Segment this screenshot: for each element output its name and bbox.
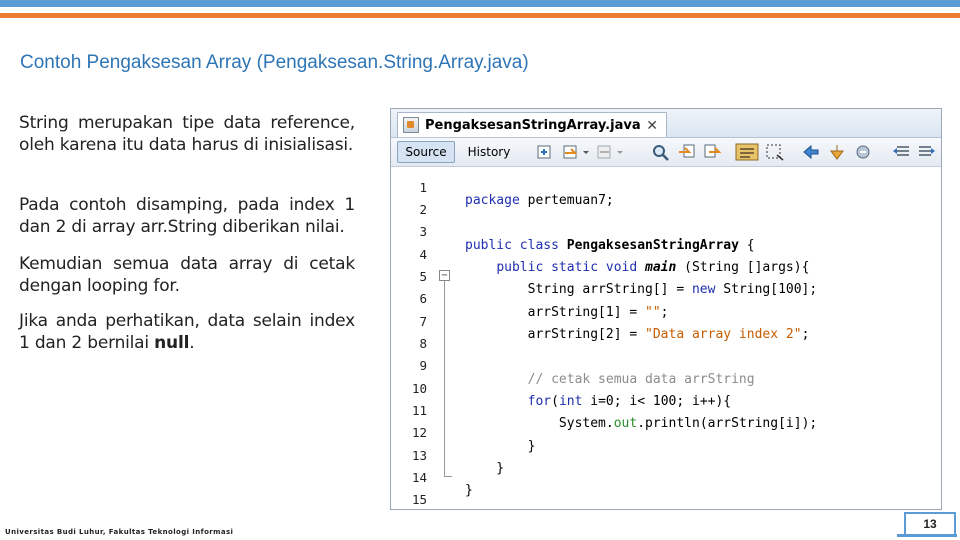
code-keyword: package: [465, 193, 520, 208]
code-line-6: String arrString[] = new String[100];: [465, 282, 818, 297]
paragraph-4: Jika anda perhatikan, data selain index …: [19, 310, 355, 354]
line-number: 13: [411, 448, 427, 463]
fold-toggle-icon[interactable]: −: [439, 270, 450, 281]
code-line-13: }: [465, 439, 536, 454]
line-number: 6: [419, 291, 427, 306]
code-string: "": [645, 305, 661, 320]
top-accent-stripe: [0, 13, 960, 18]
line-number: 14: [411, 470, 427, 485]
code-line-5: public static void main (String []args){: [465, 260, 809, 275]
code-line-15: }: [465, 483, 473, 498]
toggle-highlight-icon[interactable]: [735, 143, 759, 161]
paragraph-4-end: .: [189, 333, 195, 353]
rectangular-selection-icon[interactable]: [765, 143, 785, 161]
line-number: 2: [419, 202, 427, 217]
code-line-4: public class PengaksesanStringArray {: [465, 238, 755, 253]
editor-tab-row: PengaksesanStringArray.java ✕: [391, 109, 941, 138]
line-number: 11: [411, 403, 427, 418]
code-keyword: for: [527, 394, 552, 409]
line-number: 1: [419, 180, 427, 195]
code-text: i=0; i< 100; i++){: [582, 394, 732, 409]
back-icon[interactable]: [561, 143, 581, 161]
line-number: 7: [419, 314, 427, 329]
shift-left-icon[interactable]: [891, 143, 911, 161]
top-accent-bar: [0, 0, 960, 7]
code-text: (String []args){: [676, 260, 810, 275]
code-keyword: public static void: [496, 260, 638, 275]
code-text: arrString[2] =: [465, 327, 646, 342]
find-next-icon[interactable]: [703, 143, 723, 161]
code-text: String arrString[] =: [465, 282, 692, 297]
code-text: (: [551, 394, 559, 409]
code-text: ;: [801, 327, 810, 342]
tab-source[interactable]: Source: [397, 141, 455, 163]
toggle-bookmark-icon[interactable]: [853, 143, 873, 161]
page-number: 13: [897, 512, 957, 537]
fold-guide-line: [444, 281, 445, 476]
paragraph-4-bold: null: [154, 333, 190, 353]
find-icon[interactable]: [651, 143, 671, 161]
ide-editor-screenshot: PengaksesanStringArray.java ✕ Source His…: [390, 108, 942, 510]
editor-toolbar: Source History: [391, 138, 941, 167]
code-text: String[100];: [715, 282, 818, 297]
code-field: out: [613, 416, 638, 431]
code-keyword: public class: [465, 238, 559, 253]
paragraph-3: Kemudian semua data array di cetak denga…: [19, 254, 355, 296]
code-line-10: // cetak semua data arrString: [465, 372, 755, 387]
code-text: pertemuan7;: [519, 193, 614, 208]
back-dropdown-icon[interactable]: [581, 143, 591, 161]
code-line-7: arrString[1] = "";: [465, 305, 669, 320]
line-number: 9: [419, 358, 427, 373]
code-line-12: System.out.println(arrString[i]);: [465, 416, 817, 431]
code-method-name: main: [645, 260, 677, 275]
code-text: arrString[1] =: [465, 305, 646, 320]
last-edit-icon[interactable]: [535, 143, 555, 161]
shift-right-icon[interactable]: [917, 143, 937, 161]
forward-icon[interactable]: [595, 143, 615, 161]
slide-title: Contoh Pengaksesan Array (Pengaksesan.St…: [20, 52, 529, 73]
line-number: 8: [419, 336, 427, 351]
file-tab-label: PengaksesanStringArray.java: [425, 117, 641, 133]
line-number-gutter: 1 2 3 4 5 6 7 8 9 10 11 12 13 14 15 −: [391, 167, 461, 509]
tab-history[interactable]: History: [459, 141, 519, 163]
previous-bookmark-icon[interactable]: [801, 143, 821, 161]
paragraph-1: String merupakan tipe data reference, ol…: [19, 113, 355, 155]
paragraph-2: Pada contoh disamping, pada index 1 dan …: [19, 195, 355, 237]
next-bookmark-icon[interactable]: [827, 143, 847, 161]
code-keyword: int: [558, 394, 583, 409]
line-number: 12: [411, 425, 427, 440]
forward-dropdown-icon[interactable]: [615, 143, 625, 161]
line-number: 10: [411, 381, 427, 396]
code-keyword: new: [691, 282, 716, 297]
code-string: "Data array index 2": [645, 327, 802, 342]
code-line-14: }: [465, 461, 505, 476]
code-text: ;: [660, 305, 669, 320]
footer-text: Universitas Budi Luhur, Fakultas Teknolo…: [5, 528, 234, 536]
line-number: 15: [411, 492, 427, 507]
code-text: .println(arrString[i]);: [637, 416, 818, 431]
line-number: 5: [419, 269, 427, 284]
code-line-8: arrString[2] = "Data array index 2";: [465, 327, 810, 342]
code-text: {: [738, 238, 755, 253]
code-text: System.: [465, 416, 614, 431]
file-tab[interactable]: PengaksesanStringArray.java ✕: [397, 112, 667, 137]
line-number: 4: [419, 247, 427, 262]
code-line-2: package pertemuan7;: [465, 193, 614, 208]
java-file-icon: [403, 117, 419, 133]
fold-guide-end: [444, 476, 452, 477]
find-previous-icon[interactable]: [677, 143, 697, 161]
code-class-name: PengaksesanStringArray: [558, 238, 739, 253]
line-number: 3: [419, 224, 427, 239]
code-line-11: for(int i=0; i< 100; i++){: [465, 394, 732, 409]
close-icon[interactable]: ✕: [646, 117, 658, 134]
